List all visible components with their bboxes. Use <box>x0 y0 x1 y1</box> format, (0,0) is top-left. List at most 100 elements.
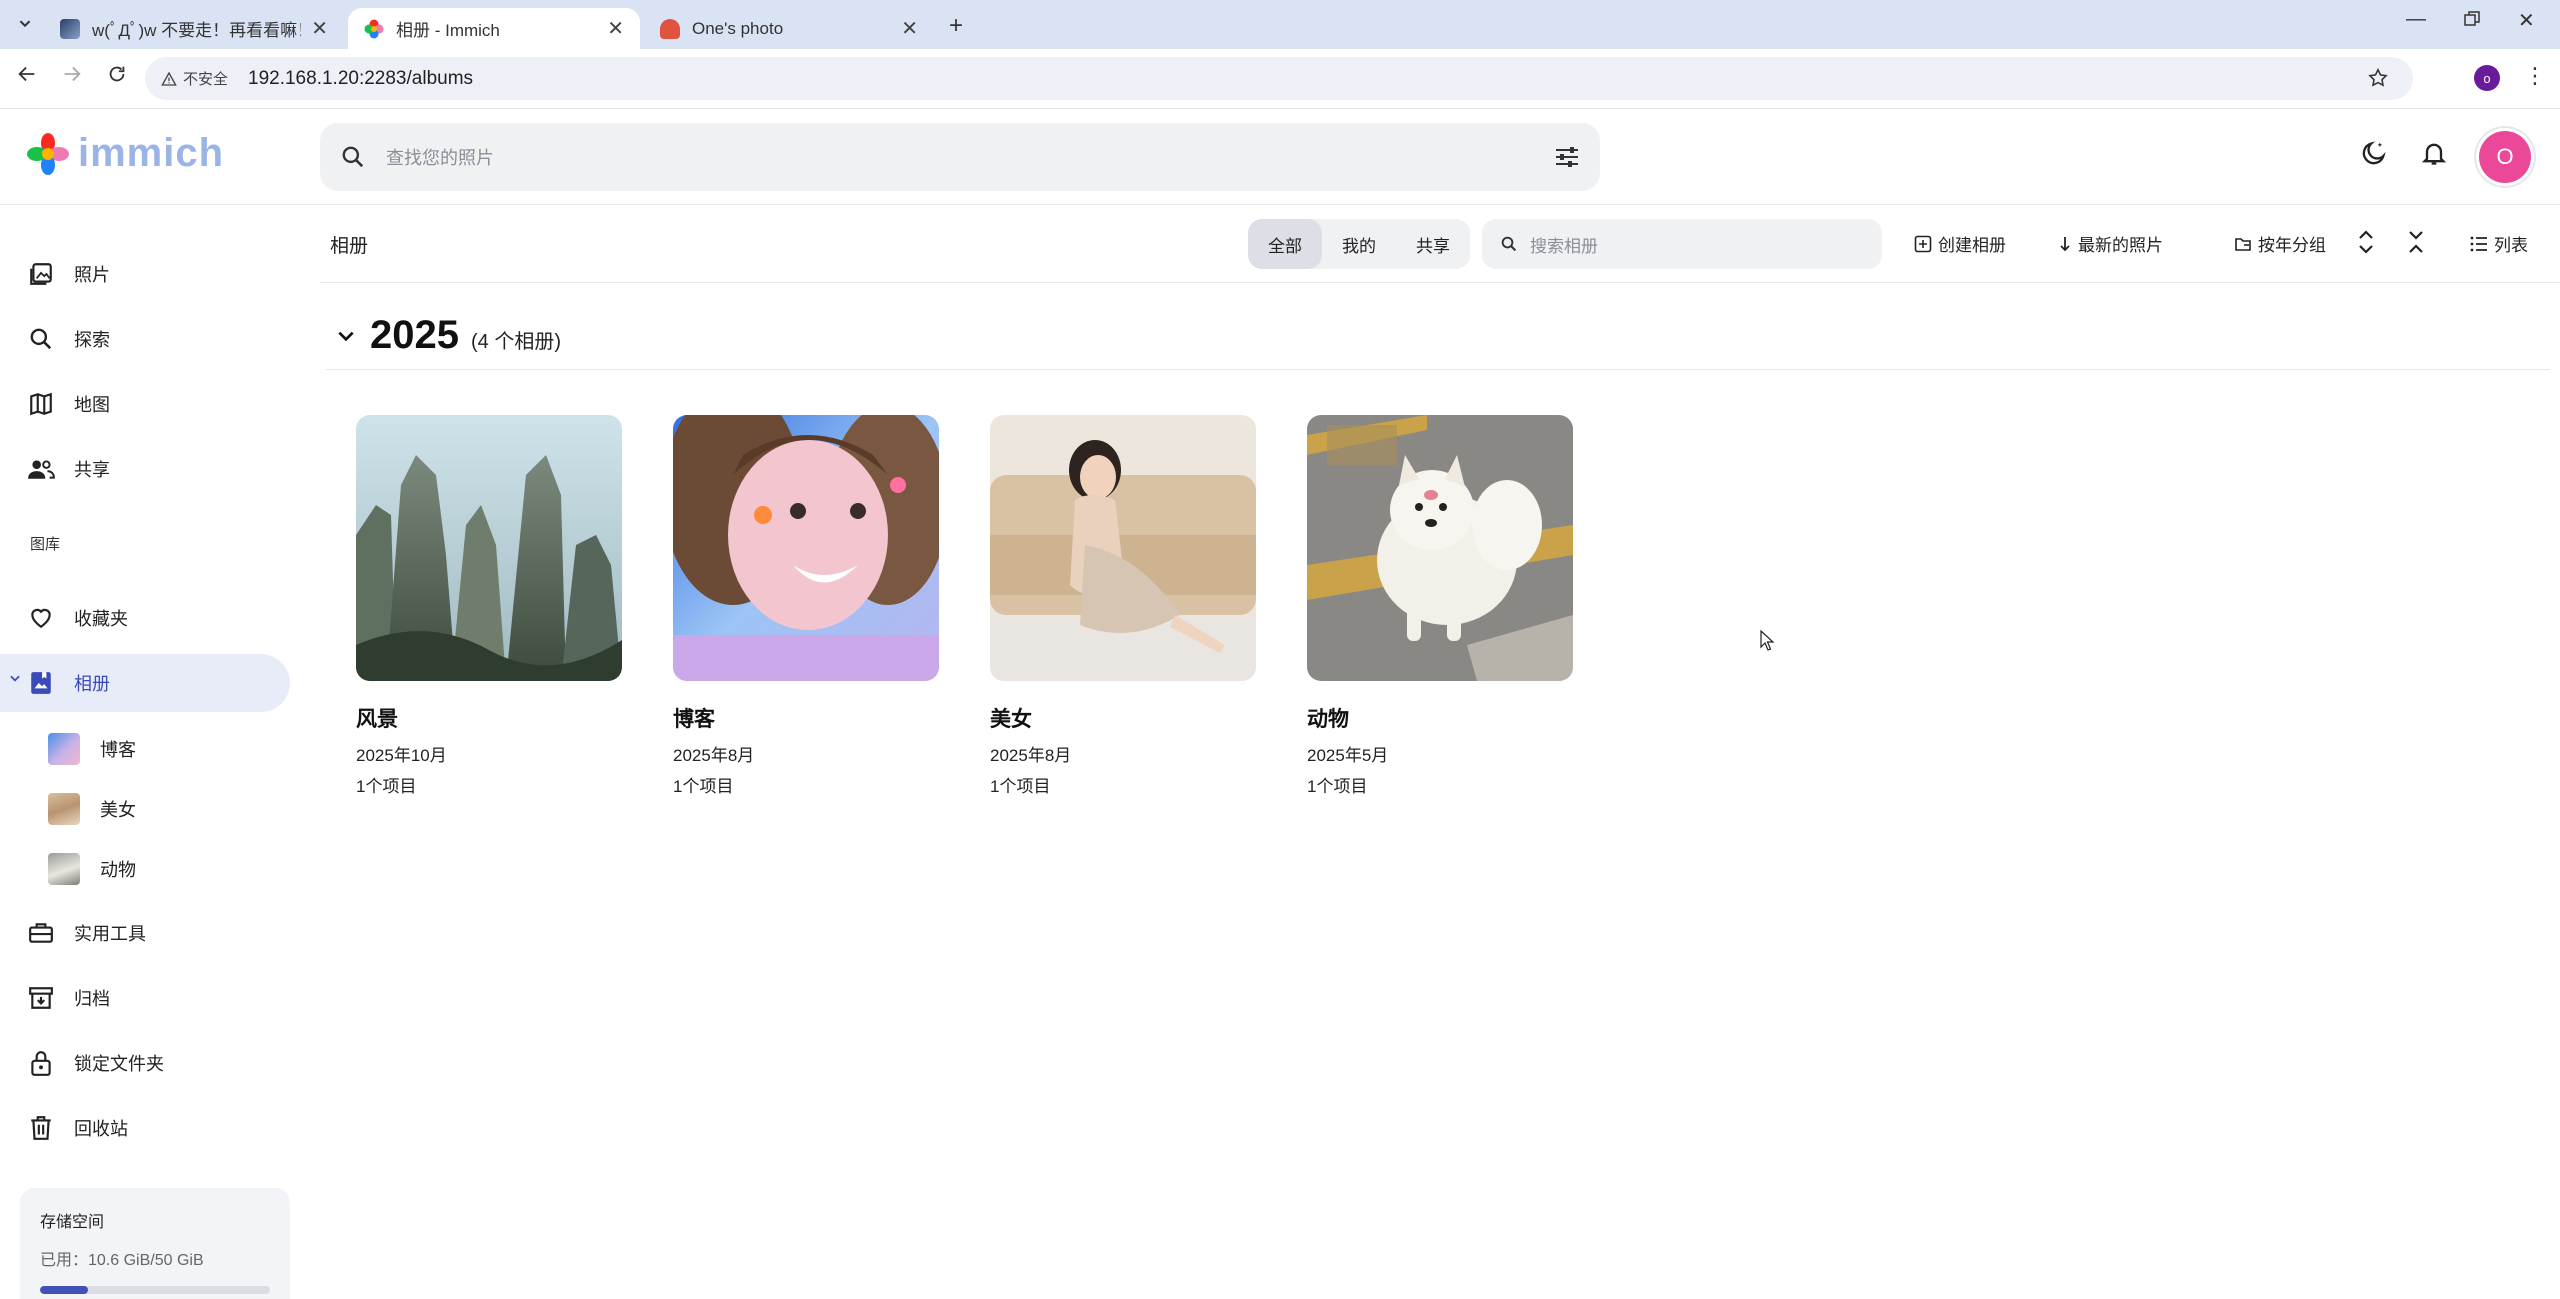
close-icon[interactable]: ✕ <box>607 16 624 41</box>
browser-toolbar: 不安全 192.168.1.20:2283/albums o ⋮ <box>0 49 2560 109</box>
browser-tab-active[interactable]: 相册 - Immich ✕ <box>348 8 640 49</box>
tab-search-chevron-icon[interactable] <box>14 12 36 39</box>
toolbox-icon <box>26 918 56 948</box>
album-cover[interactable] <box>673 415 939 681</box>
browser-tab[interactable]: One's photo ✕ <box>644 8 934 49</box>
sidebar-item-map[interactable]: 地图 <box>0 375 290 433</box>
theme-toggle-moon-icon[interactable] <box>2360 139 2388 172</box>
view-mode-label: 列表 <box>2494 236 2528 255</box>
collapse-all-icon[interactable] <box>2406 229 2426 255</box>
create-album-label: 创建相册 <box>1938 236 2006 255</box>
sidebar-album-blog[interactable]: 博客 <box>48 727 136 771</box>
back-icon[interactable] <box>16 63 38 91</box>
sidebar-item-albums[interactable]: 相册 <box>0 654 290 712</box>
sidebar-item-utilities[interactable]: 实用工具 <box>0 904 290 962</box>
search-placeholder: 查找您的照片 <box>386 148 494 168</box>
immich-logo[interactable]: immich <box>26 131 224 176</box>
url-text: 192.168.1.20:2283/albums <box>248 67 474 89</box>
window-close-icon[interactable]: ✕ <box>2518 8 2535 33</box>
album-card[interactable]: 美女 2025年8月 1个项目 <box>990 415 1256 797</box>
photo-search-bar[interactable]: 查找您的照片 <box>320 123 1600 191</box>
user-avatar[interactable]: O <box>2479 131 2531 183</box>
sidebar-item-archive[interactable]: 归档 <box>0 969 290 1027</box>
chevron-down-icon[interactable] <box>8 671 22 690</box>
sort-button[interactable]: 最新的照片 <box>2058 231 2163 256</box>
search-icon[interactable] <box>340 144 366 170</box>
new-tab-icon[interactable]: + <box>949 12 963 40</box>
album-card[interactable]: 博客 2025年8月 1个项目 <box>673 415 939 797</box>
create-album-button[interactable]: 创建相册 <box>1914 231 2006 256</box>
expand-all-icon[interactable] <box>2356 229 2376 255</box>
album-card[interactable]: 动物 2025年5月 1个项目 <box>1307 415 1573 797</box>
lock-icon <box>26 1048 56 1078</box>
tab-title: One's photo <box>692 18 784 38</box>
sidebar-item-label: 锁定文件夹 <box>74 1054 164 1074</box>
browser-tab[interactable]: w(ﾟДﾟ)w 不要走！再看看嘛！ ✕ <box>44 8 344 49</box>
filter-all-button[interactable]: 全部 <box>1248 219 1322 269</box>
album-cover[interactable] <box>1307 415 1573 681</box>
notification-bell-icon[interactable] <box>2420 139 2448 172</box>
sidebar-item-trash[interactable]: 回收站 <box>0 1099 290 1157</box>
browser-profile-avatar[interactable]: o <box>2474 65 2500 91</box>
album-cover[interactable] <box>990 415 1256 681</box>
close-icon[interactable]: ✕ <box>311 16 328 41</box>
sidebar-album-label: 动物 <box>100 860 136 880</box>
sort-label: 最新的照片 <box>2078 236 2163 255</box>
filter-mine-button[interactable]: 我的 <box>1322 219 1396 269</box>
sidebar-item-label: 地图 <box>74 395 110 415</box>
album-item-count: 1个项目 <box>356 777 417 796</box>
plus-box-icon <box>1914 235 1932 252</box>
album-thumbnail <box>48 733 80 765</box>
sidebar-item-label: 实用工具 <box>74 924 146 944</box>
browser-menu-icon[interactable]: ⋮ <box>2524 63 2546 89</box>
tab-favicon-icon <box>60 18 80 39</box>
warning-icon <box>161 71 177 86</box>
album-item-count: 1个项目 <box>673 777 734 796</box>
forward-icon[interactable] <box>61 63 83 91</box>
list-icon <box>2470 236 2487 251</box>
album-name[interactable]: 风景 <box>356 703 622 733</box>
album-count-label: (4 个相册) <box>470 331 561 353</box>
view-mode-button[interactable]: 列表 <box>2470 231 2528 256</box>
app-header: immich 查找您的照片 O <box>0 109 2560 205</box>
album-search-input[interactable]: 搜索相册 <box>1482 219 1882 269</box>
sidebar-item-photos[interactable]: 照片 <box>0 245 290 303</box>
reload-icon[interactable] <box>106 63 128 91</box>
sofa-cover-image <box>990 415 1256 681</box>
album-thumbnail <box>48 853 80 885</box>
sidebar-item-locked-folder[interactable]: 锁定文件夹 <box>0 1034 290 1092</box>
search-filter-icon[interactable] <box>1554 145 1580 174</box>
sidebar-item-favorites[interactable]: 收藏夹 <box>0 589 290 647</box>
sidebar-album-label: 美女 <box>100 800 136 820</box>
bookmark-star-icon[interactable] <box>2367 67 2389 94</box>
album-date: 2025年8月 <box>673 746 755 765</box>
album-icon <box>26 668 56 698</box>
album-name[interactable]: 动物 <box>1307 703 1573 733</box>
people-icon <box>26 454 56 484</box>
library-section-label: 图库 <box>30 536 61 553</box>
page-title: 相册 <box>330 236 369 257</box>
sidebar-album-beauty[interactable]: 美女 <box>48 787 136 831</box>
album-name[interactable]: 博客 <box>673 703 939 733</box>
minimize-icon[interactable]: — <box>2406 8 2426 31</box>
album-item-count: 1个项目 <box>1307 777 1368 796</box>
sidebar-item-sharing[interactable]: 共享 <box>0 440 290 498</box>
sidebar-item-explore[interactable]: 探索 <box>0 310 290 368</box>
chevron-down-icon[interactable] <box>336 326 356 346</box>
album-cover[interactable] <box>356 415 622 681</box>
close-icon[interactable]: ✕ <box>901 16 918 41</box>
sidebar-item-label: 归档 <box>74 989 110 1009</box>
album-item-count: 1个项目 <box>990 777 1051 796</box>
album-card[interactable]: 风景 2025年10月 1个项目 <box>356 415 622 797</box>
group-by-button[interactable]: 按年分组 <box>2234 231 2326 256</box>
security-indicator[interactable]: 不安全 <box>161 68 228 89</box>
year-group-header[interactable]: 2025 (4 个相册) <box>336 313 561 358</box>
filter-shared-button[interactable]: 共享 <box>1396 219 1470 269</box>
restore-icon[interactable] <box>2463 10 2481 34</box>
immich-favicon-icon <box>364 19 384 39</box>
storage-usage-fill <box>40 1286 89 1294</box>
address-bar[interactable]: 不安全 192.168.1.20:2283/albums <box>145 57 2413 100</box>
album-name[interactable]: 美女 <box>990 703 1256 733</box>
tab-favicon-icon <box>660 18 680 39</box>
sidebar-album-animals[interactable]: 动物 <box>48 847 136 891</box>
